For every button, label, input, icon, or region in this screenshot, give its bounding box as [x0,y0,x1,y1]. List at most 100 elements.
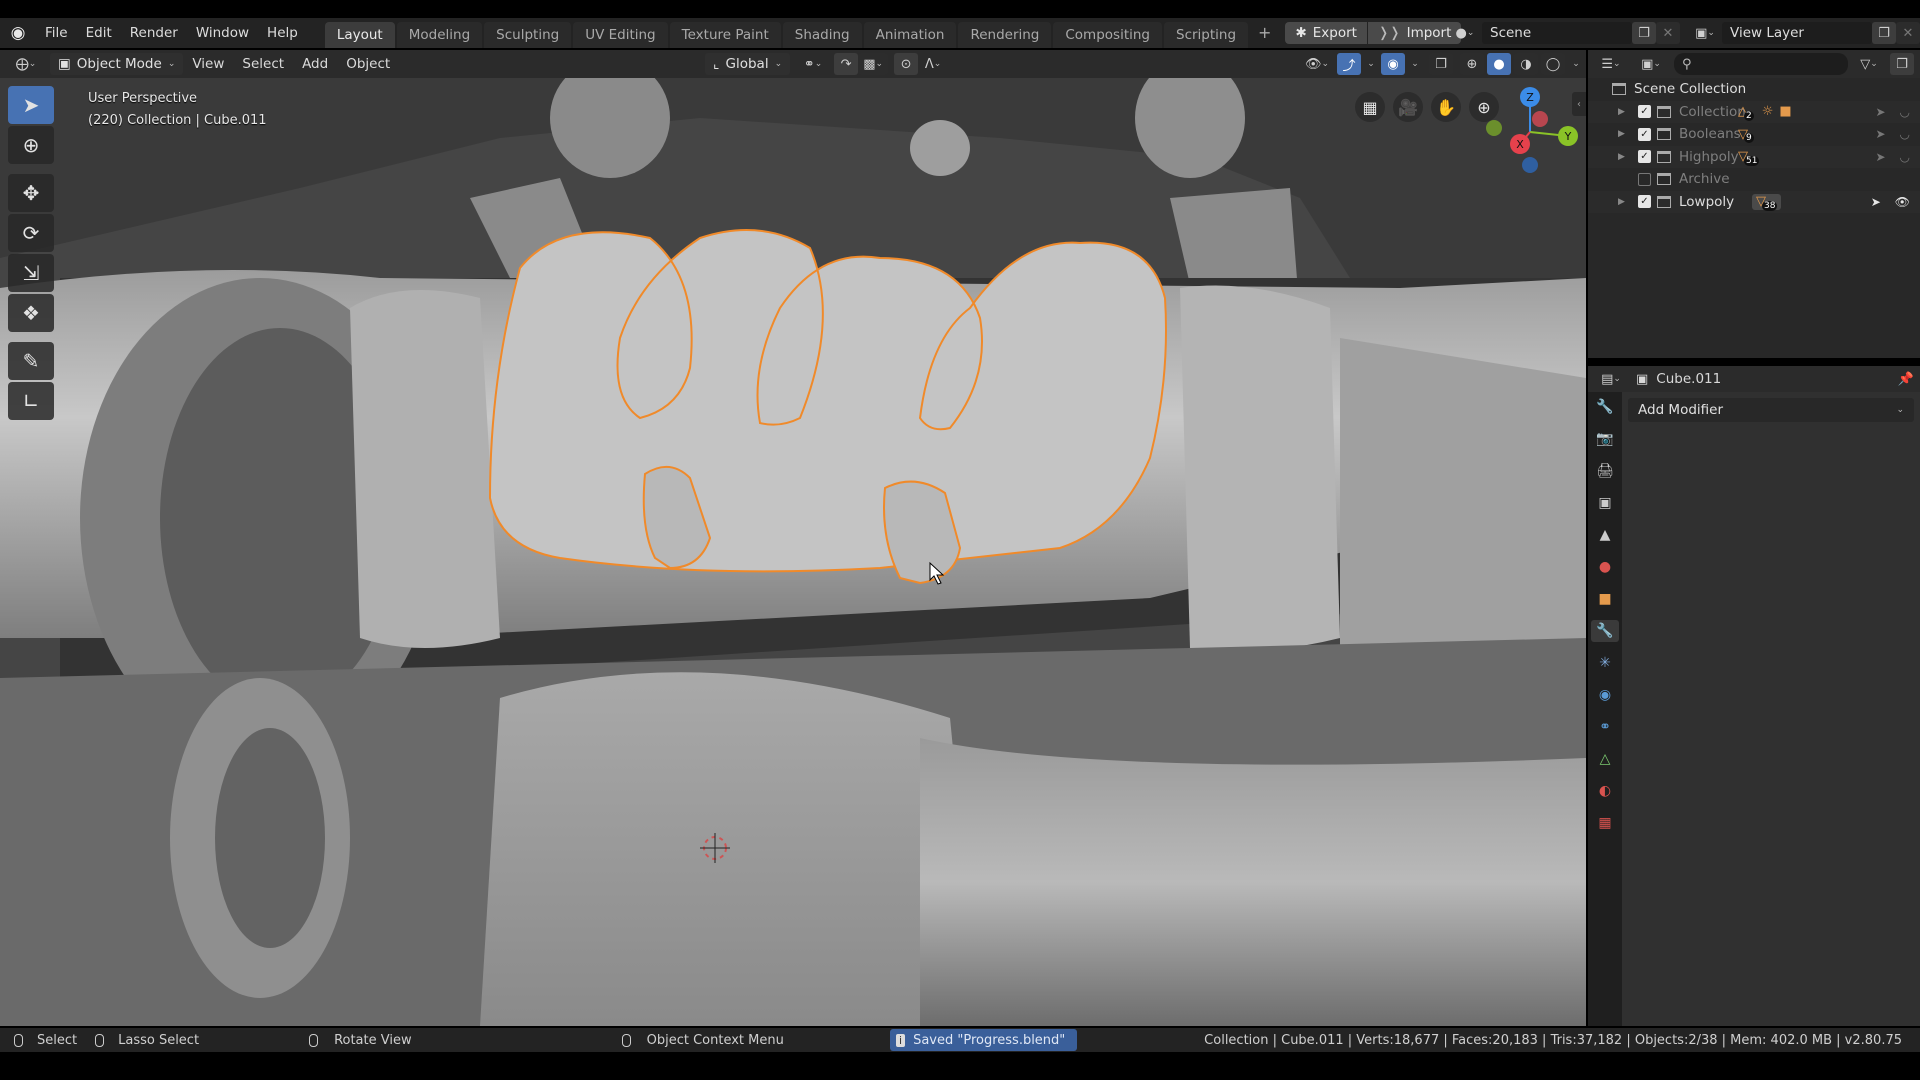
tab-uv-editing[interactable]: UV Editing [573,22,668,48]
menu-view[interactable]: View [183,56,233,72]
measure-tool[interactable]: ∟ [8,382,54,420]
menu-add[interactable]: Add [293,56,337,72]
constraints-tab[interactable]: ⚭ [1591,716,1619,738]
scene-icon[interactable]: ● ⌄ [1448,22,1482,44]
tab-texture-paint[interactable]: Texture Paint [669,22,781,48]
outliner-item-lowpoly[interactable]: ▶ ✓ Lowpoly ▽ 38 ➤ 👁 [1588,190,1920,213]
scale-tool[interactable]: ⇲ [8,254,54,292]
rotate-tool[interactable]: ⟳ [8,214,54,252]
exclude-checkbox[interactable]: ✓ [1638,195,1651,209]
mesh-count-badge[interactable]: ▽ 9 [1738,126,1754,144]
delete-scene-icon[interactable]: ✕ [1656,22,1680,44]
gizmo-neg-z[interactable] [1522,157,1538,173]
menu-file[interactable]: File [36,18,77,48]
output-tab[interactable]: 🖨 [1591,460,1619,482]
eye-icon[interactable]: 👁 [1895,195,1910,209]
outliner-root[interactable]: Scene Collection [1588,78,1920,101]
toggle-perspective-icon[interactable]: ▦ [1355,92,1385,122]
camera-view-icon[interactable]: 🎥 [1393,92,1423,122]
selected-object-outline[interactable] [488,229,1167,573]
exclude-checkbox[interactable] [1638,172,1651,186]
visibility-icon[interactable]: 👁 ⌄ [1300,53,1334,75]
new-view-layer-icon[interactable]: ❐ [1872,22,1896,44]
visibility-icon[interactable]: ◡ [1900,127,1910,141]
render-tab[interactable]: 📷 [1591,428,1619,450]
gizmo-neg-x[interactable] [1532,111,1548,127]
mesh-count-badge[interactable]: ▽ 51 [1738,149,1760,166]
tab-modeling[interactable]: Modeling [396,22,483,48]
texture-tab[interactable]: ▦ [1591,812,1619,834]
pivot-point-icon[interactable]: ⚭ ⌄ [796,53,830,75]
mode-dropdown[interactable]: ▣ Object Mode ⌄ [50,53,184,75]
menu-render[interactable]: Render [121,18,187,48]
cursor-tool[interactable]: ⊕ [8,126,54,164]
select-arrow-icon[interactable]: ➤ [1875,127,1885,141]
tab-layout[interactable]: Layout [324,22,395,48]
snap-toggle-icon[interactable]: ↷ [834,53,859,75]
save-report[interactable]: i Saved "Progress.blend" [890,1029,1078,1051]
export-button[interactable]: ✱ Export [1285,22,1367,44]
new-collection-icon[interactable]: ❐ [1890,53,1914,75]
tab-sculpting[interactable]: Sculpting [484,22,572,48]
overlay-dropdown-icon[interactable]: ⌄ [1408,53,1422,75]
add-modifier-dropdown[interactable]: Add Modifier ⌄ [1628,398,1914,422]
select-arrow-icon[interactable]: ➤ [1871,195,1881,209]
overlay-toggle-icon[interactable]: ◉ [1381,53,1405,75]
expand-arrow-icon[interactable]: ▶ [1618,107,1632,117]
wireframe-shading-icon[interactable]: ⊕ [1460,53,1484,75]
scene-tab[interactable]: ▲ [1591,524,1619,546]
mesh-count-badge[interactable]: ▽ 38 [1752,193,1782,211]
gizmo-neg-y[interactable] [1486,120,1502,136]
menu-object[interactable]: Object [337,56,399,72]
editor-type-icon[interactable]: ⨁ ⌄ [8,53,44,75]
object-tab[interactable]: ■ [1591,588,1619,610]
select-arrow-icon[interactable]: ➤ [1875,150,1885,164]
tab-scripting[interactable]: Scripting [1164,22,1249,48]
sidebar-toggle[interactable]: ‹ [1572,92,1586,116]
menu-help[interactable]: Help [258,18,307,48]
visibility-icon[interactable]: ◡ [1900,150,1910,164]
add-workspace-button[interactable]: + [1250,18,1279,48]
view-layer-filter-icon[interactable]: ▣ ⌄ [1634,53,1668,75]
tool-tab[interactable]: 🔧 [1591,396,1619,418]
material-tab[interactable]: ◐ [1591,780,1619,802]
material-shading-icon[interactable]: ◑ [1514,53,1538,75]
outliner-item-highpoly[interactable]: ▶ ✓ Highpoly ▽ 51 ➤ ◡ [1588,145,1920,168]
new-scene-icon[interactable]: ❐ [1632,22,1656,44]
expand-arrow-icon[interactable]: ▶ [1618,152,1632,162]
exclude-checkbox[interactable]: ✓ [1638,127,1651,141]
outliner-item-booleans[interactable]: ▶ ✓ Booleans ▽ 9 ➤ ◡ [1588,123,1920,146]
modifiers-tab[interactable]: 🔧 [1591,620,1619,642]
scene-name-field[interactable]: Scene [1482,22,1632,44]
falloff-icon[interactable]: Λ ⌄ [918,53,948,75]
tab-compositing[interactable]: Compositing [1053,22,1162,48]
tab-animation[interactable]: Animation [863,22,957,48]
exclude-checkbox[interactable]: ✓ [1638,150,1651,164]
outliner-item-archive[interactable]: Archive [1588,168,1920,191]
orientation-dropdown[interactable]: ⌞ Global ⌄ [705,53,791,75]
blender-logo-icon[interactable]: ◉ [0,18,36,48]
solid-shading-icon[interactable]: ● [1487,53,1511,75]
pin-icon[interactable]: 📌 [1898,372,1914,387]
move-tool[interactable]: ✥ [8,174,54,212]
physics-tab[interactable]: ◉ [1591,684,1619,706]
mesh-count-badge[interactable]: △ 2 ☼ ■ [1738,104,1792,121]
tab-shading[interactable]: Shading [782,22,862,48]
expand-arrow-icon[interactable]: ▶ [1618,197,1632,207]
3d-viewport[interactable]: ➤ ⊕ ✥ ⟳ ⇲ ❖ ✎ ∟ User Perspective (220) C… [0,78,1586,1026]
expand-arrow-icon[interactable]: ▶ [1618,129,1632,139]
annotate-tool[interactable]: ✎ [8,342,54,380]
view-layer-tab[interactable]: ▣ [1591,492,1619,514]
navigation-gizmo[interactable]: Z Y X [1480,82,1586,182]
visibility-icon[interactable]: ◡ [1900,105,1910,119]
menu-select[interactable]: Select [233,56,293,72]
gizmo-dropdown-icon[interactable]: ⌄ [1364,53,1378,75]
filter-icon[interactable]: ▽ ⌄ [1854,53,1884,75]
particles-tab[interactable]: ✳ [1591,652,1619,674]
xray-toggle-icon[interactable]: ❐ [1429,53,1453,75]
view-layer-field[interactable]: View Layer [1722,22,1872,44]
select-box-tool[interactable]: ➤ [8,86,54,124]
menu-edit[interactable]: Edit [77,18,121,48]
world-tab[interactable]: ● [1591,556,1619,578]
transform-tool[interactable]: ❖ [8,294,54,332]
